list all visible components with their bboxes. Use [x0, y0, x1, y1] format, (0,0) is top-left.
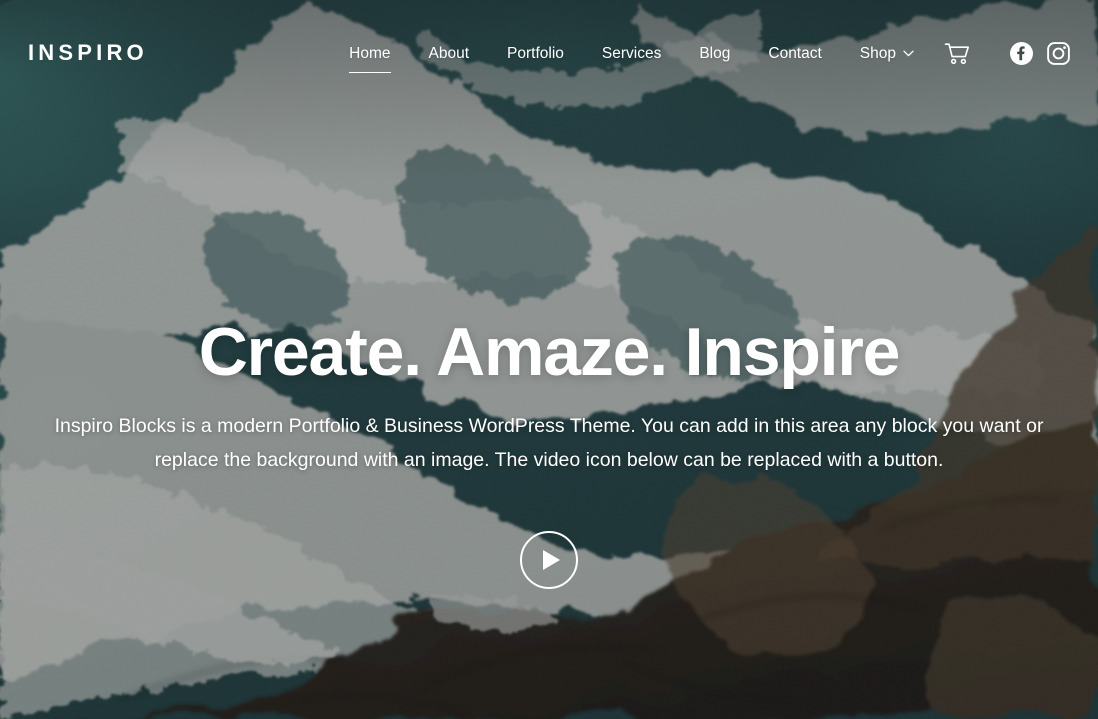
hero-title: Create. Amaze. Inspire: [198, 314, 901, 390]
nav-link-services[interactable]: Services: [583, 46, 680, 62]
nav-item-contact[interactable]: Contact: [749, 46, 840, 62]
site-logo[interactable]: INSPIRO: [28, 40, 148, 66]
nav-link-about[interactable]: About: [410, 46, 489, 62]
play-button[interactable]: [520, 531, 578, 589]
nav-item-shop[interactable]: Shop: [841, 46, 920, 62]
hero-section: INSPIRO Home About Portfolio Services Bl: [0, 0, 1098, 719]
play-button-area: [0, 531, 1098, 589]
nav-link-home[interactable]: Home: [330, 46, 409, 62]
hero-subtitle-line-1: Inspiro Blocks is a modern Portfolio & B…: [54, 415, 1044, 438]
nav-link-blog[interactable]: Blog: [680, 46, 749, 62]
nav-item-services[interactable]: Services: [583, 46, 680, 62]
hero-content: Create. Amaze. Inspire Inspiro Blocks is…: [0, 314, 1098, 478]
nav-item-blog[interactable]: Blog: [680, 46, 749, 62]
nav-item-about[interactable]: About: [410, 46, 489, 62]
instagram-icon[interactable]: [1047, 42, 1070, 65]
header-icons: [944, 42, 1070, 66]
nav-item-portfolio[interactable]: Portfolio: [488, 46, 583, 62]
header-nav-area: Home About Portfolio Services Blog Conta…: [148, 42, 1070, 74]
hero-subtitle-line-2: replace the background with an image. Th…: [154, 449, 944, 472]
chevron-down-icon: [903, 45, 914, 61]
play-triangle-icon: [543, 550, 560, 570]
hero-subtitle: Inspiro Blocks is a modern Portfolio & B…: [20, 409, 1078, 477]
nav-link-shop[interactable]: Shop: [841, 46, 920, 62]
main-navigation: Home About Portfolio Services Blog Conta…: [330, 46, 920, 74]
nav-item-home[interactable]: Home: [330, 46, 409, 74]
nav-link-contact[interactable]: Contact: [749, 46, 840, 62]
nav-link-shop-label: Shop: [859, 44, 896, 62]
shopping-cart-icon[interactable]: [944, 42, 970, 66]
facebook-icon[interactable]: [1010, 42, 1033, 65]
nav-link-portfolio[interactable]: Portfolio: [488, 46, 583, 62]
site-header: INSPIRO Home About Portfolio Services Bl: [0, 0, 1098, 107]
nav-active-underline: [349, 71, 391, 74]
